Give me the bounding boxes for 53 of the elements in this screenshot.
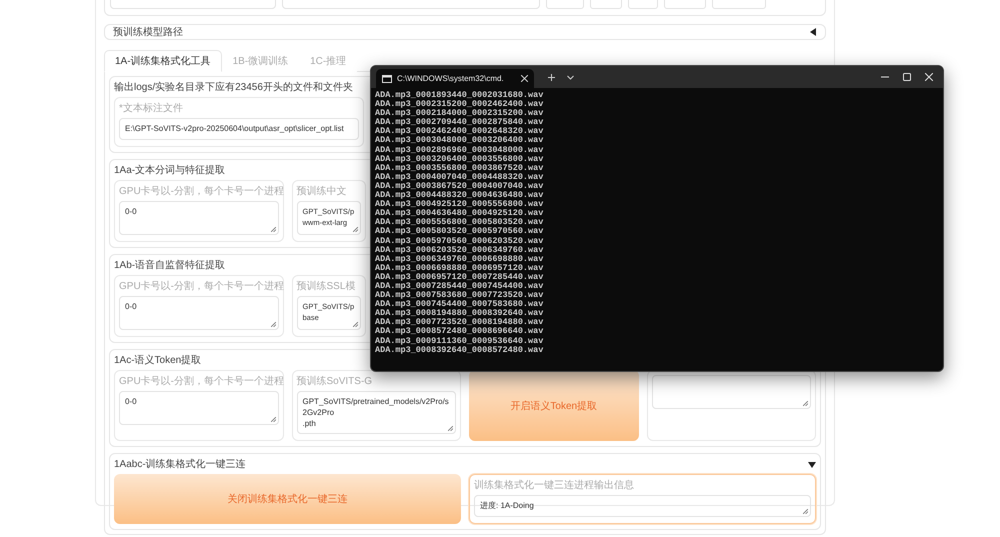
field-label: 训练集格式化一键三连进程输出信息: [474, 479, 634, 492]
terminal-line: ADA.mp3_0007723520_0008194880.wav: [375, 318, 544, 328]
terminal-line: ADA.mp3_0003556800_0003867520.wav: [375, 164, 544, 173]
terminal-line: ADA.mp3_0002896960_0003048000.wav: [375, 146, 544, 155]
tab-title: C:\WINDOWS\system32\cmd.: [397, 74, 504, 83]
terminal-line: ADA.mp3_0004488320_0004636480.wav: [375, 191, 544, 200]
terminal-line: ADA.mp3_0002462400_0002648320.wav: [375, 127, 544, 136]
output-field[interactable]: 进度: 1A-Doing: [474, 495, 811, 517]
field-label: 预训练中文: [296, 185, 346, 198]
terminal-tab[interactable]: C:\WINDOWS\system32\cmd.: [376, 69, 534, 88]
field-label: GPU卡号以-分割，每个卡号一个进程: [119, 375, 284, 388]
terminal-line: ADA.mp3_0002184000_0002315200.wav: [375, 109, 544, 118]
field-label: 预训练SSL模: [296, 280, 356, 293]
terminal-line: ADA.mp3_0003048000_0003206400.wav: [375, 136, 544, 146]
terminal-line: ADA.mp3_0002709440_0002875840.wav: [375, 118, 544, 128]
terminal-line: ADA.mp3_0009111360_0009536640.wav: [375, 336, 544, 346]
input-field[interactable]: 0-0: [119, 296, 278, 330]
terminal-line: ADA.mp3_0001893440_0002031680.wav: [375, 91, 544, 100]
section-title: 1Aa-文本分词与特征提取: [114, 164, 226, 177]
terminal-line: ADA.mp3_0003867520_0004007040.wav: [375, 182, 544, 191]
input-field[interactable]: 0-0: [119, 201, 278, 235]
terminal-line: ADA.mp3_0007285440_0007454400.wav: [375, 282, 544, 291]
accordion-header[interactable]: 预训练模型路径: [104, 24, 826, 40]
tab[interactable]: 1A-训练集格式化工具: [104, 50, 222, 72]
terminal-line: ADA.mp3_0007583680_0007723520.wav: [375, 291, 544, 300]
terminal-line: ADA.mp3_0008194880_0008392640.wav: [375, 309, 544, 318]
terminal-line: ADA.mp3_0004925120_0005556800.wav: [375, 200, 544, 210]
terminal-line: ADA.mp3_0007454400_0007583680.wav: [375, 300, 544, 310]
field-label: 预训练SoVITS-G: [296, 375, 372, 388]
terminal-line: ADA.mp3_0003206400_0003556800.wav: [375, 154, 544, 164]
terminal-line: ADA.mp3_0004007040_0004488320.wav: [375, 172, 544, 182]
terminal-line: ADA.mp3_0005556800_0005803520.wav: [375, 218, 544, 228]
accordion-title: 预训练模型路径: [113, 26, 183, 39]
input-field[interactable]: GPT_SoVITS/pretrained_models/v2Pro/s2Gv2Pro .pth: [296, 391, 456, 434]
terminal-line: ADA.mp3_0008572480_0008696640.wav: [375, 327, 544, 337]
input-field[interactable]: E:\GPT-SoVITS-v2pro-20250604\output\asr_opt\slicer_opt.list: [119, 118, 359, 140]
field-label: GPU卡号以-分割，每个卡号一个进程: [119, 280, 284, 293]
terminal-line: ADA.mp3_0005970560_0006203520.wav: [375, 236, 544, 246]
section-title: 1Ac-语义Token提取: [114, 354, 202, 367]
section-note: 输出logs/实验名目录下应有23456开头的文件和文件夹: [114, 81, 353, 94]
section-title: 1Ab-语音自监督特征提取: [114, 259, 226, 272]
terminal-line: ADA.mp3_0006349760_0006698880.wav: [375, 254, 544, 264]
terminal-line: ADA.mp3_0006203520_0006349760.wav: [375, 246, 544, 255]
terminal-line: ADA.mp3_0004636480_0004925120.wav: [375, 209, 544, 218]
field-label: *文本标注文件: [119, 102, 183, 115]
field-label: GPU卡号以-分割，每个卡号一个进程: [119, 185, 284, 198]
section-title: 1Aabc-训练集格式化一键三连: [114, 458, 246, 471]
terminal-line: ADA.mp3_0006957120_0007285440.wav: [375, 272, 544, 282]
terminal-line: ADA.mp3_0005803520_0005970560.wav: [375, 227, 544, 236]
terminal-line: ADA.mp3_0002315200_0002462400.wav: [375, 100, 544, 110]
terminal-line: ADA.mp3_0008392640_0008572480.wav: [375, 346, 544, 355]
input-field[interactable]: 0-0: [119, 391, 278, 425]
terminal-line: ADA.mp3_0006698880_0006957120.wav: [375, 264, 544, 273]
